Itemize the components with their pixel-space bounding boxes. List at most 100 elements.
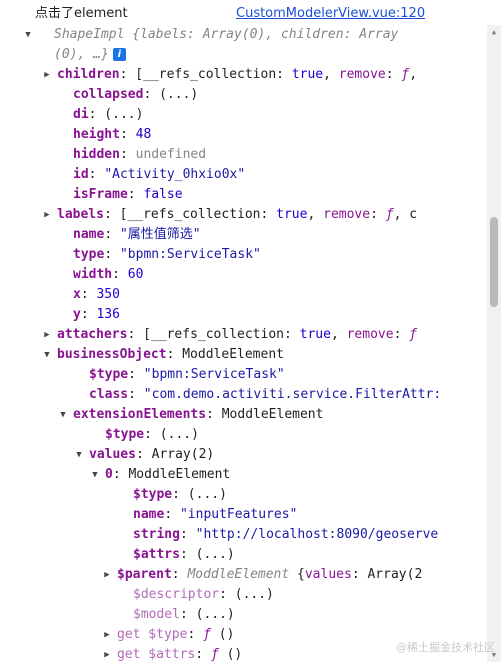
property-value: :	[385, 67, 402, 82]
collapsed-arrow-icon[interactable]: ▶	[101, 645, 113, 665]
collapsed-arrow-icon[interactable]: ▶	[41, 65, 53, 85]
tree-row: hidden: undefined	[0, 145, 482, 165]
tree-row[interactable]: ▼ 0: ModdleElement	[0, 465, 482, 485]
property-value: "http://localhost:8090/geoserve	[195, 527, 439, 542]
property-key: values	[89, 447, 136, 462]
property-value: ,	[323, 67, 339, 82]
collapsed-arrow-icon[interactable]: ▶	[101, 565, 113, 585]
expanded-arrow-icon[interactable]: ▼	[41, 345, 53, 365]
expanded-arrow-icon[interactable]: ▼	[57, 405, 69, 425]
property-key: $descriptor	[133, 587, 220, 602]
collapsed-arrow-icon[interactable]: ▶	[41, 205, 53, 225]
property-key: isFrame	[73, 187, 128, 202]
property-entry: values: Array(2)	[89, 445, 214, 465]
property-key: hidden	[73, 147, 120, 162]
property-entry: children: [__refs_collection: true, remo…	[57, 65, 417, 85]
scroll-up-icon[interactable]: ▲	[489, 27, 499, 37]
property-value: "bpmn:ServiceTask"	[143, 367, 285, 382]
property-value: : ModdleElement	[112, 467, 231, 482]
property-value: : (...)	[143, 87, 199, 102]
property-value: : (...)	[219, 587, 274, 602]
expanded-arrow-icon[interactable]: ▼	[73, 445, 85, 465]
property-value: :	[104, 247, 120, 262]
property-value: remove	[323, 207, 371, 222]
property-entry: width: 60	[73, 265, 143, 285]
collapsed-arrow-icon[interactable]: ▶	[101, 625, 113, 645]
property-value: ()	[210, 627, 235, 642]
property-entry: string: "http://localhost:8090/geoserve	[133, 525, 438, 545]
property-value: : [__refs_collection:	[119, 67, 292, 82]
property-entry: type: "bpmn:ServiceTask"	[73, 245, 261, 265]
property-entry: extensionElements: ModdleElement	[73, 405, 323, 425]
property-value: :	[128, 367, 144, 382]
property-value: :	[179, 527, 196, 542]
property-entry: name: "属性值筛选"	[73, 225, 201, 245]
property-value: 48	[135, 127, 152, 142]
tree-row[interactable]: ▶ attachers: [__refs_collection: true, re…	[0, 325, 482, 345]
tree-row: y: 136	[0, 305, 482, 325]
source-link[interactable]: CustomModelerView.vue:120	[236, 4, 425, 24]
property-entry: di: (...)	[73, 105, 143, 125]
property-key: collapsed	[73, 87, 144, 102]
tree-row[interactable]: ▶ $parent: ModdleElement {values: Array(2	[0, 565, 482, 585]
info-icon[interactable]: i	[112, 48, 126, 61]
tree-row: name: "属性值筛选"	[0, 225, 482, 245]
property-value: "inputFeatures"	[179, 507, 298, 522]
property-key: string	[133, 527, 180, 542]
scrollbar[interactable]: ▲ ▼	[487, 25, 501, 662]
tree-row: x: 350	[0, 285, 482, 305]
property-value: : (...)	[179, 607, 235, 622]
tree-row: $attrs: (...)	[0, 545, 482, 565]
property-entry: height: 48	[73, 125, 151, 145]
property-key: $parent	[117, 567, 172, 582]
property-key: height	[73, 127, 120, 142]
tree-row[interactable]: ▼ extensionElements: ModdleElement	[0, 405, 482, 425]
tree-row: class: "com.demo.activiti.service.Filter…	[0, 385, 482, 405]
property-value: ,	[307, 207, 324, 222]
expanded-arrow-icon[interactable]: ▼	[22, 25, 34, 45]
property-entry: isFrame: false	[73, 185, 183, 205]
summary-text-cont: (0), …} i	[54, 45, 126, 65]
scrollbar-thumb[interactable]	[490, 217, 498, 307]
property-value: 136	[96, 307, 120, 322]
property-key: id	[73, 167, 89, 182]
property-key: type	[73, 247, 105, 262]
property-entry: 0: ModdleElement	[105, 465, 230, 485]
property-entry: get $type: ƒ ()	[117, 625, 234, 645]
tree-row: name: "inputFeatures"	[0, 505, 482, 525]
property-value: :	[112, 267, 128, 282]
property-key: name	[73, 227, 105, 242]
tree-row[interactable]: ▼ businessObject: ModdleElement	[0, 345, 482, 365]
property-key: $type	[89, 367, 129, 382]
log-message: 点击了element	[35, 6, 128, 21]
property-value: ƒ	[385, 207, 394, 222]
tree-row[interactable]: ▶ labels: [__refs_collection: true, remov…	[0, 205, 482, 225]
property-value: :	[187, 627, 204, 642]
property-value: ,	[330, 327, 347, 342]
property-value: :	[164, 507, 180, 522]
property-value: : (...)	[172, 487, 227, 502]
property-value: 350	[96, 287, 120, 302]
property-key: width	[73, 267, 113, 282]
tree-row: $type: "bpmn:ServiceTask"	[0, 365, 482, 385]
summary-text: ShapeImpl {labels: Array(0), children: A…	[54, 27, 399, 42]
tree-row: height: 48	[0, 125, 482, 145]
property-entry: hidden: undefined	[73, 145, 206, 165]
watermark: @稀土掘金技术社区	[396, 641, 495, 654]
property-value: ƒ	[203, 627, 211, 642]
tree-row[interactable]: ▼ values: Array(2)	[0, 445, 482, 465]
tree-row[interactable]: ▶ children: [__refs_collection: true, rem…	[0, 65, 482, 85]
property-value: :	[370, 207, 386, 222]
property-entry: labels: [__refs_collection: true, remove…	[57, 205, 417, 225]
property-value: values	[304, 567, 352, 582]
collapsed-arrow-icon[interactable]: ▶	[41, 325, 53, 345]
property-value: ƒ	[210, 647, 219, 662]
property-value: {	[297, 567, 305, 582]
tree-row[interactable]: ▼ ShapeImpl {labels: Array(0), children: …	[0, 25, 482, 45]
property-value: "Activity_0hxio0x"	[104, 167, 246, 182]
property-value: false	[143, 187, 183, 202]
property-value: undefined	[135, 147, 207, 162]
expanded-arrow-icon[interactable]: ▼	[89, 465, 101, 485]
property-value: :	[119, 147, 136, 162]
property-value: ModdleElement	[187, 567, 298, 582]
